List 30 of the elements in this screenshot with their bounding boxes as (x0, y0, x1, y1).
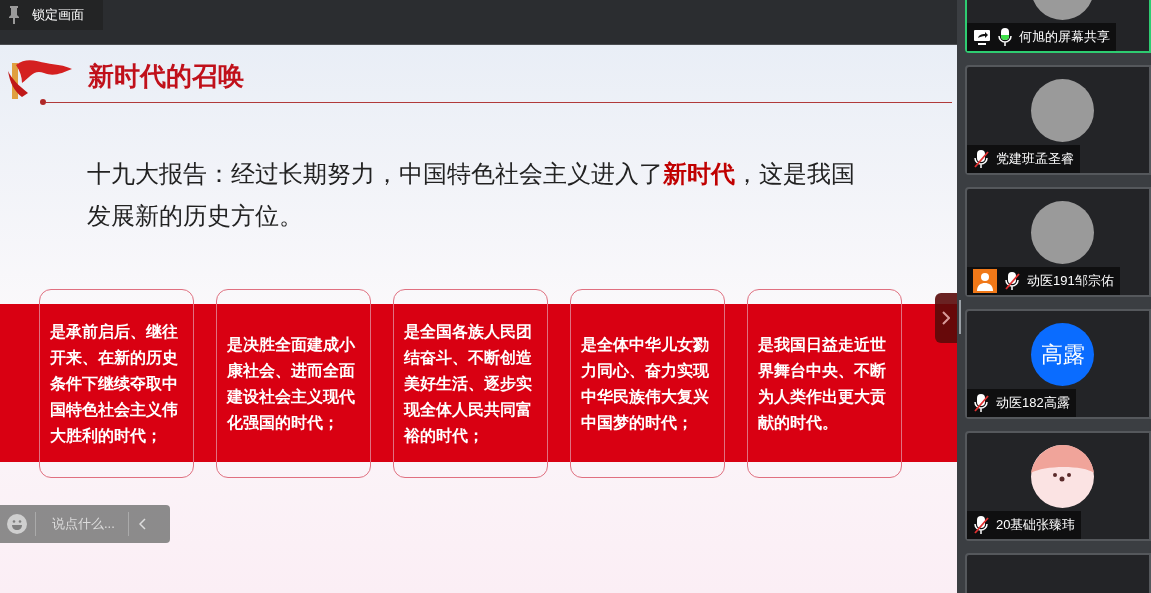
muted-microphone-icon[interactable] (973, 394, 989, 412)
participant-name: 党建班孟圣睿 (996, 150, 1074, 169)
participant-name: 20基础张臻玮 (996, 516, 1076, 535)
chat-placeholder: 说点什么... (52, 515, 116, 534)
era-card: 是我国日益走近世界舞台中央、不断为人类作出更大贡献的时代。 (747, 289, 902, 478)
participant-tile[interactable]: 高露 动医182高露 (965, 309, 1151, 419)
era-card: 是决胜全面建成小康社会、进而全面建设社会主义现代化强国的时代； (216, 289, 371, 478)
participant-tile[interactable]: 20基础张臻玮 (965, 431, 1151, 541)
participant-tile[interactable]: 动医191邹宗佑 (965, 187, 1151, 297)
era-card: 是全国各族人民团结奋斗、不断创造美好生活、逐步实现全体人民共同富裕的时代； (393, 289, 548, 478)
scrollbar-thumb[interactable] (959, 300, 961, 334)
muted-microphone-icon[interactable] (973, 150, 989, 168)
report-statement: 十九大报告：经过长期努力，中国特色社会主义进入了新时代，这是我国发展新的历史方位。 (87, 160, 856, 231)
cartoon-avatar (1031, 445, 1094, 508)
participant-tile[interactable]: 何旭的屏幕共享 (965, 0, 1151, 53)
participant-name: 动医191邹宗佑 (1027, 272, 1114, 291)
initials-avatar: 高露 (1031, 323, 1094, 386)
muted-microphone-icon[interactable] (1004, 272, 1020, 290)
era-card: 是全体中华儿女勠力同心、奋力实现中华民族伟大复兴中国梦的时代； (570, 289, 725, 478)
participant-tile[interactable]: 党建班孟圣睿 (965, 65, 1151, 175)
chevron-right-icon (942, 311, 950, 325)
participant-name: 何旭的屏幕共享 (1019, 28, 1110, 47)
expand-panel-button[interactable] (935, 293, 957, 343)
smiley-icon[interactable] (7, 514, 27, 534)
microphone-icon[interactable] (998, 28, 1012, 46)
muted-microphone-icon[interactable] (973, 516, 989, 534)
pin-icon[interactable] (8, 5, 20, 25)
slide-title: 新时代的召唤 (88, 59, 244, 93)
participant-name: 动医182高露 (996, 394, 1070, 413)
era-card: 是承前启后、继往开来、在新的历史条件下继续夺取中国特色社会主义伟大胜利的时代； (39, 289, 194, 478)
